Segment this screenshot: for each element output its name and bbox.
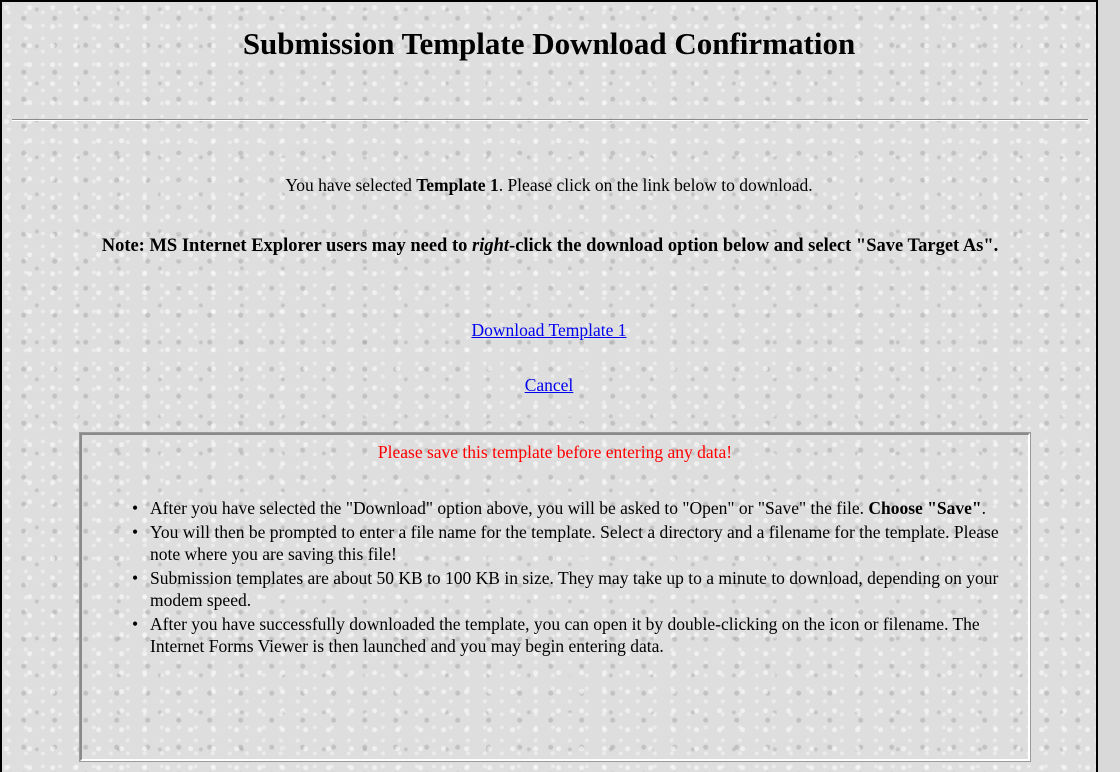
page-frame: Submission Template Download Confirmatio… (0, 0, 1098, 772)
bullet-icon: • (132, 568, 139, 588)
bullet-icon: • (132, 498, 139, 518)
list-item: • After you have selected the "Download"… (132, 497, 1030, 519)
list-item: • After you have successfully downloaded… (132, 613, 1030, 657)
list-item-text: After you have selected the "Download" o… (150, 498, 869, 518)
save-warning: Please save this template before enterin… (377, 442, 733, 462)
download-link-row: Download Template 1 (2, 319, 1096, 341)
bullet-icon: • (132, 614, 139, 634)
list-item-text: You will then be prompted to enter a fil… (150, 522, 999, 564)
selected-template-name: Template 1 (416, 175, 499, 195)
list-item: • You will then be prompted to enter a f… (132, 521, 1030, 565)
page-title: Submission Template Download Confirmatio… (242, 26, 856, 61)
horizontal-divider (12, 119, 1088, 121)
list-item: • Submission templates are about 50 KB t… (132, 567, 1030, 611)
cancel-link-row: Cancel (2, 374, 1096, 396)
note-emphasis: right (472, 236, 510, 256)
list-item-bold: Choose "Save" (868, 498, 982, 518)
instructions-box: Please save this template before enterin… (79, 432, 1031, 762)
list-item-text: Submission templates are about 50 KB to … (150, 568, 999, 610)
list-item-tail: . (981, 498, 987, 518)
bullet-icon: • (132, 522, 139, 542)
note-part1: Note: MS Internet Explorer users may nee… (101, 236, 472, 256)
instructions-list: • After you have selected the "Download"… (132, 497, 1030, 659)
note-part2: -click the download option below and sel… (509, 236, 999, 256)
ie-note: Note: MS Internet Explorer users may nee… (42, 232, 1058, 260)
selection-message: You have selected Template 1. Please cli… (2, 174, 1096, 196)
selection-suffix: . Please click on the link below to down… (498, 175, 813, 195)
download-template-link[interactable]: Download Template 1 (472, 320, 627, 340)
list-item-text: After you have successfully downloaded t… (150, 614, 980, 656)
selection-prefix: You have selected (285, 175, 417, 195)
cancel-link[interactable]: Cancel (525, 375, 574, 395)
